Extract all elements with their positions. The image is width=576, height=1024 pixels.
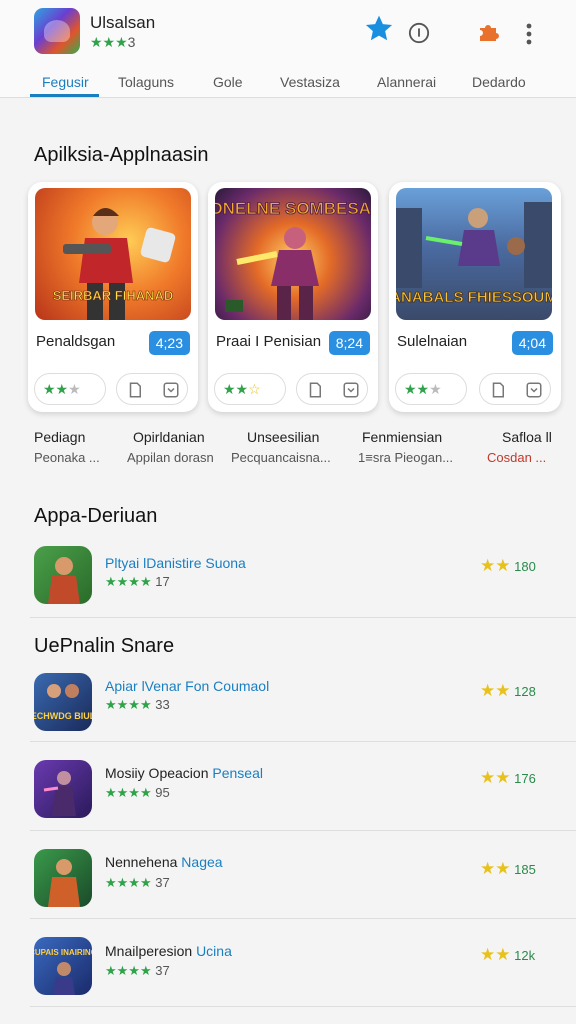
tab-vestasiza[interactable]: Vestasiza xyxy=(280,74,340,90)
card-stars-filled: ★★ xyxy=(223,381,249,397)
list-item-rating: ★★★★ 95 xyxy=(105,785,170,800)
card-rating-pill: ★★★ xyxy=(395,373,467,405)
list-item-title: Pltyai lDanistire Suona xyxy=(105,555,246,571)
divider xyxy=(30,741,576,742)
featured-card[interactable]: SANABALS FHIESSOUMNI Sulelnaian 4;04 ★★★ xyxy=(389,182,561,412)
list-item-score: ★★ 128 xyxy=(480,681,536,700)
card-art: DNELNE SOMBESAI xyxy=(215,188,371,320)
card-title: Sulelnaian xyxy=(397,333,468,350)
list-item-title: Nennehena Nagea xyxy=(105,854,223,870)
featured-card[interactable]: DNELNE SOMBESAI Praai I Penisian 8;24 ★★… xyxy=(208,182,378,412)
card-art: SANABALS FHIESSOUMNI xyxy=(396,188,552,320)
list-item-score: ★★ 176 xyxy=(480,768,536,787)
category-subtitle: 1≡sra Pieogan... xyxy=(358,450,454,465)
card-stars-empty: ★ xyxy=(68,381,81,397)
category-title[interactable]: Pediagn xyxy=(34,429,85,445)
list-item-icon: CUPAIS INAIRINO xyxy=(34,937,92,995)
app-icon[interactable] xyxy=(34,8,80,54)
list-item-score: ★★ 180 xyxy=(480,556,536,575)
card-stars-filled: ★★ xyxy=(404,381,430,397)
divider xyxy=(30,918,576,919)
chevron-down-icon[interactable] xyxy=(524,380,544,400)
card-title: Praai I Penisian xyxy=(216,333,322,350)
card-score-badge: 8;24 xyxy=(328,331,370,355)
chevron-down-icon[interactable] xyxy=(161,380,181,400)
card-action-buttons xyxy=(479,373,551,405)
tab-dedardo[interactable]: Dedardo xyxy=(472,74,526,90)
chevron-down-icon[interactable] xyxy=(341,380,361,400)
list-item-icon: ECHWDG BIUL xyxy=(34,673,92,731)
more-vert-icon[interactable] xyxy=(518,21,540,47)
card-rating-pill: ★★★ xyxy=(34,373,106,405)
tab-alannerai[interactable]: Alannerai xyxy=(377,74,436,90)
list-item-icon xyxy=(34,546,92,604)
rating-value: 3 xyxy=(127,34,136,50)
divider xyxy=(30,617,576,618)
list-item-art-text: ECHWDG BIUL xyxy=(34,711,92,721)
tab-fegusir[interactable]: Fegusir xyxy=(42,74,89,90)
list-item-score: ★★ 12k xyxy=(480,945,536,964)
card-score-badge: 4;04 xyxy=(511,331,553,355)
app-header: Ulsalsan ★★★3 xyxy=(0,0,576,66)
category-title[interactable]: Safloa ll xyxy=(502,429,552,445)
list-item-icon xyxy=(34,760,92,818)
card-stars-empty: ★ xyxy=(429,381,442,397)
rating-stars: ★★★ xyxy=(90,34,128,50)
info-icon[interactable] xyxy=(407,21,431,45)
card-action-buttons xyxy=(296,373,368,405)
section-title-popular: UePnalin Snare xyxy=(34,635,175,657)
list-item-rating: ★★★★ 37 xyxy=(105,875,170,890)
category-title[interactable]: Fenmiensian xyxy=(362,429,442,445)
list-item-rating: ★★★★ 33 xyxy=(105,697,170,712)
card-title: Penaldsgan xyxy=(36,333,116,350)
list-item-rating: ★★★★ 37 xyxy=(105,963,170,978)
category-subtitle: Appilan dorasn xyxy=(127,450,214,465)
bookmark-icon[interactable] xyxy=(125,380,145,400)
card-stars-empty: ☆ xyxy=(248,381,261,397)
section-title-featured: Apilksia-Applnaasin xyxy=(34,144,209,166)
list-item-title: Apiar lVenar Fon Coumaol xyxy=(105,678,270,694)
category-subtitle: Peonaka ... xyxy=(34,450,100,465)
card-score-badge: 4;23 xyxy=(148,331,190,355)
tab-gole[interactable]: Gole xyxy=(213,74,243,90)
card-action-buttons xyxy=(116,373,188,405)
category-subtitle: Cosdan ... xyxy=(487,450,547,465)
card-art: SEIRBAR FIHANAD xyxy=(35,188,191,320)
active-tab-indicator xyxy=(30,94,99,97)
star-icon[interactable] xyxy=(362,12,396,46)
bookmark-icon[interactable] xyxy=(305,380,325,400)
divider xyxy=(30,830,576,831)
list-item-title: Mosiiy Opeacion Penseal xyxy=(105,765,263,781)
category-title[interactable]: Opirldanian xyxy=(133,429,205,445)
tab-tolaguns[interactable]: Tolaguns xyxy=(118,74,174,90)
list-item-rating: ★★★★ 17 xyxy=(105,574,170,589)
list-item-score: ★★ 185 xyxy=(480,859,536,878)
list-item-art-text: CUPAIS INAIRINO xyxy=(34,948,92,957)
app-title: Ulsalsan xyxy=(90,13,156,32)
category-title[interactable]: Unseesilian xyxy=(247,429,319,445)
bookmark-icon[interactable] xyxy=(488,380,508,400)
list-item-title: Mnailperesion Ucina xyxy=(105,943,232,959)
puzzle-icon[interactable] xyxy=(473,19,503,47)
list-item-icon xyxy=(34,849,92,907)
card-rating-pill: ★★☆ xyxy=(214,373,286,405)
category-subtitle: Pecquancaisna... xyxy=(231,450,331,465)
divider xyxy=(30,1006,576,1007)
card-stars-filled: ★★ xyxy=(43,381,69,397)
card-art-text: SEIRBAR FIHANAD xyxy=(53,288,174,303)
card-art-text: DNELNE SOMBESAI xyxy=(215,199,371,218)
card-art-text: SANABALS FHIESSOUMNI xyxy=(396,289,552,306)
section-title-apps: Appa-Deriuan xyxy=(34,505,158,527)
app-rating: ★★★3 xyxy=(90,34,135,51)
featured-card[interactable]: SEIRBAR FIHANAD Penaldsgan 4;23 ★★★ xyxy=(28,182,198,412)
